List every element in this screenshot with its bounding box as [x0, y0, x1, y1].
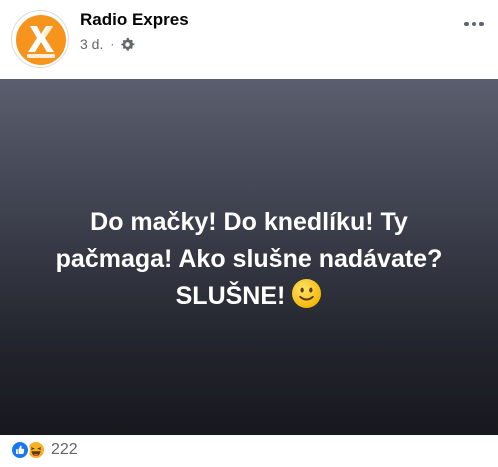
post-text-last-line: SLUŠNE! [14, 278, 484, 315]
reaction-count: 222 [51, 441, 78, 458]
reaction-summary[interactable]: 222 [10, 440, 78, 460]
post-text-background: Do mačky! Do knedlíku! Ty pačmaga! Ako s… [0, 79, 498, 435]
radio-expres-logo [16, 15, 66, 65]
post-text: Do mačky! Do knedlíku! Ty pačmaga! Ako s… [14, 204, 484, 315]
meta-separator: · [110, 37, 115, 51]
post-time[interactable]: 3 d. [80, 36, 103, 52]
post-text-line: pačmaga! Ako slušne nadávate? [55, 244, 443, 273]
post-footer: 222 [0, 435, 498, 467]
post-header: Radio Expres 3 d. · [0, 0, 498, 80]
post-text-line: SLUŠNE! [175, 281, 286, 310]
page-avatar[interactable] [11, 10, 69, 68]
more-options-button[interactable] [458, 10, 490, 38]
page-name[interactable]: Radio Expres [80, 10, 189, 30]
like-icon [10, 440, 30, 460]
gear-icon[interactable] [120, 37, 135, 52]
post-text-line: Do mačky! Do knedlíku! Ty [90, 207, 408, 236]
post-meta: 3 d. · [80, 36, 135, 52]
more-dot-icon [479, 21, 484, 27]
slightly-smiling-face-icon [291, 278, 322, 309]
more-dot-icon [464, 21, 469, 27]
more-dot-icon [471, 21, 477, 27]
